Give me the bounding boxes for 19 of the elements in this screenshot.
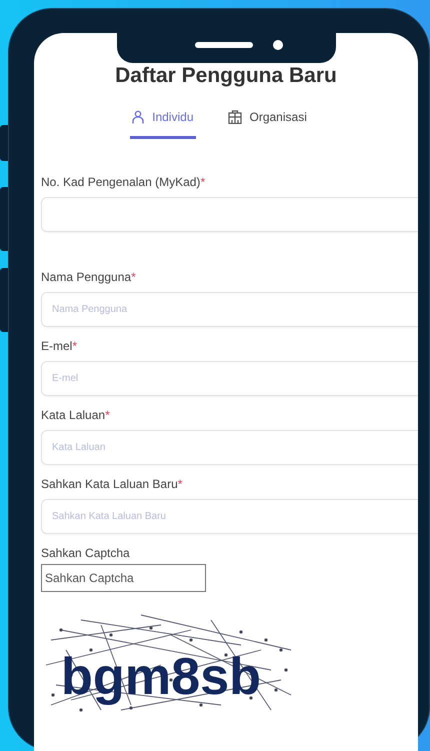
camera-icon: [273, 40, 283, 50]
field-label: No. Kad Pengenalan (MyKad)*: [41, 174, 206, 192]
captcha-input[interactable]: Sahkan Captcha: [41, 564, 206, 592]
building-icon: [228, 110, 242, 124]
field-label: Kata Laluan*: [41, 407, 111, 424]
field-label: Nama Pengguna*: [41, 269, 137, 286]
tab[interactable]: Individu: [130, 104, 196, 140]
input-field[interactable]: E-mel: [41, 361, 418, 396]
field-label: Sahkan Kata Laluan Baru*: [41, 476, 184, 494]
speaker-icon: [195, 42, 253, 48]
person-icon: [132, 110, 144, 124]
input-field[interactable]: Nama Pengguna: [41, 292, 418, 328]
captcha-label: Sahkan Captcha: [41, 545, 131, 562]
input-field[interactable]: Sahkan Kata Laluan Baru: [41, 499, 418, 534]
tab[interactable]: Organisasi: [226, 104, 309, 140]
input-field[interactable]: Kata Laluan: [41, 430, 418, 466]
input-field[interactable]: [41, 197, 418, 232]
page-title: Daftar Pengguna Baru: [114, 63, 338, 88]
field-label: E-mel*: [41, 338, 78, 356]
